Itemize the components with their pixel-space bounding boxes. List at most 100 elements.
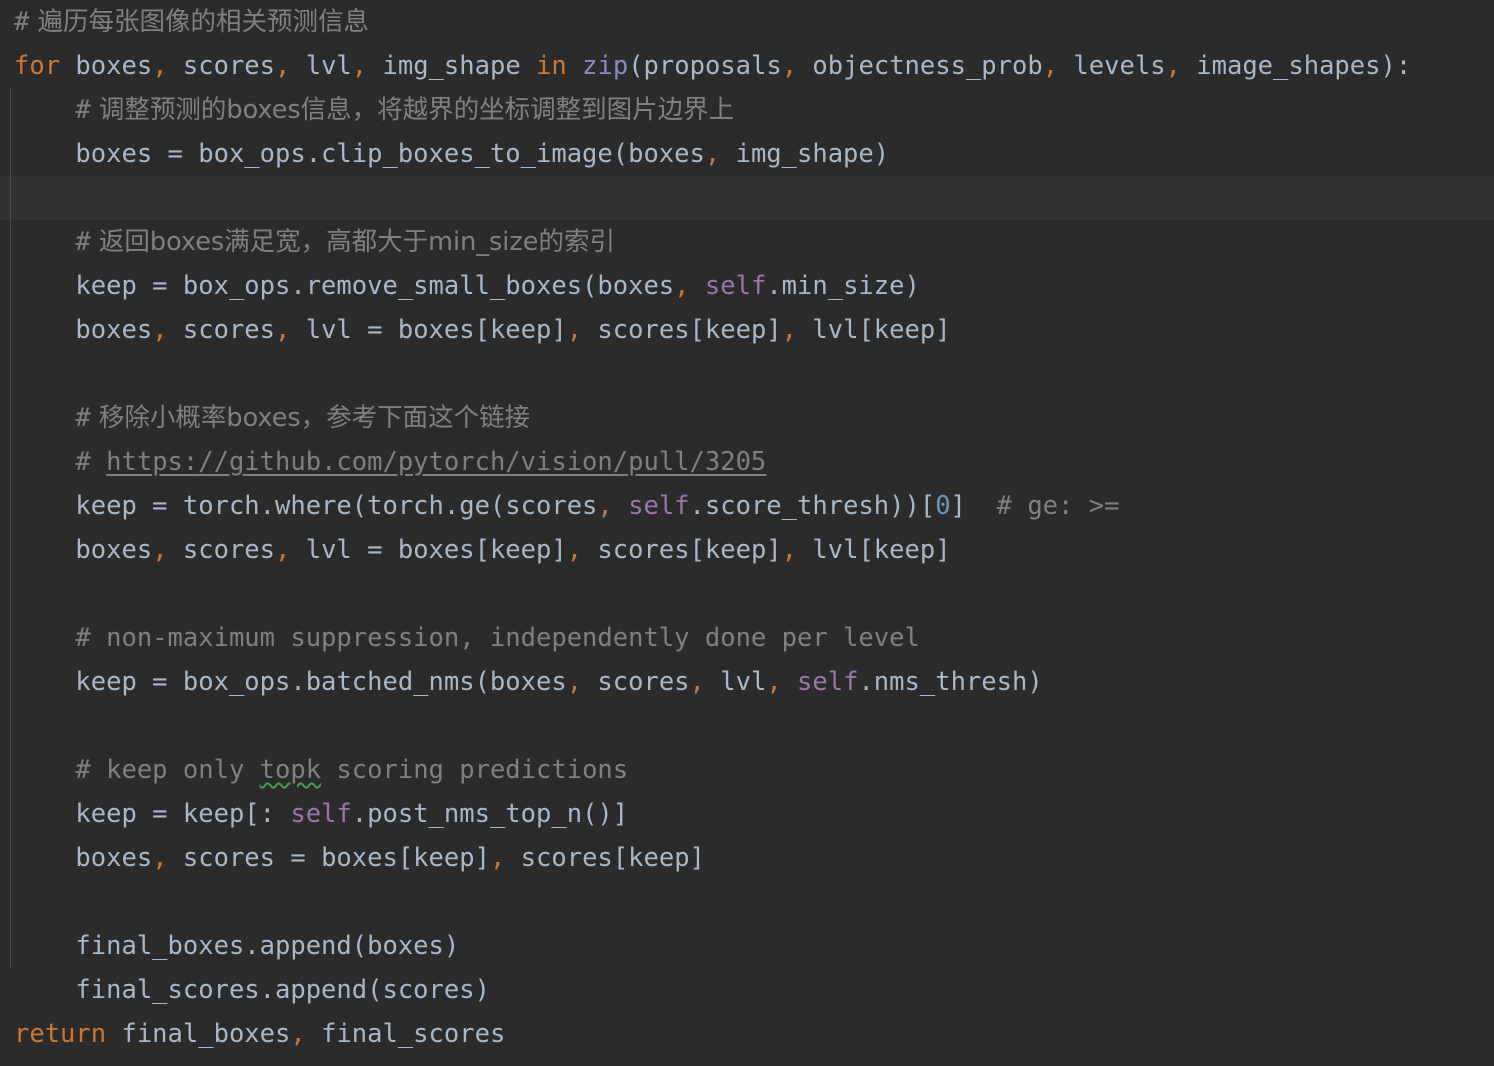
code-token: ,	[566, 315, 583, 345]
code-token: #	[75, 95, 91, 125]
code-line[interactable]: keep = keep[: self.post_nms_top_n()]	[0, 792, 1494, 836]
code-token: (proposals	[628, 51, 782, 81]
code-token: self	[797, 667, 859, 697]
code-token: scores	[167, 535, 276, 565]
code-token: keep = torch.where(torch.ge(scores	[75, 491, 598, 521]
code-token: ,	[597, 491, 613, 521]
code-token: lvl	[704, 667, 767, 697]
code-token: keep = keep[:	[75, 799, 291, 829]
code-token: 移除小概率boxes，参考下面这个链接	[90, 403, 531, 433]
code-token: scores	[167, 315, 276, 345]
code-line[interactable]: boxes, scores, lvl = boxes[keep], scores…	[0, 528, 1494, 572]
code-token: ,	[152, 843, 168, 873]
code-token: ,	[704, 139, 721, 169]
code-token: ,	[275, 535, 291, 565]
code-token: final_scores	[305, 1019, 506, 1049]
code-token: img_shape)	[720, 139, 890, 169]
code-line[interactable]: boxes, scores, lvl = boxes[keep], scores…	[0, 308, 1494, 352]
code-line[interactable]: keep = box_ops.batched_nms(boxes, scores…	[0, 660, 1494, 704]
code-token: for	[14, 51, 61, 81]
code-token: scores[keep]	[505, 843, 705, 873]
code-token: boxes	[75, 843, 153, 873]
code-token: ,	[566, 535, 583, 565]
code-line[interactable]: keep = box_ops.remove_small_boxes(boxes,…	[0, 264, 1494, 308]
code-token: ,	[351, 51, 368, 81]
code-token: scoring predictions	[321, 755, 629, 785]
code-token: scores	[582, 667, 690, 697]
code-line[interactable]: # 遍历每张图像的相关预测信息	[0, 0, 1494, 44]
code-line[interactable]: keep = torch.where(torch.ge(scores, self…	[0, 484, 1494, 528]
code-token: ,	[781, 315, 798, 345]
code-token[interactable]: https://github.com/pytorch/vision/pull/3…	[106, 447, 766, 477]
code-token: final_scores.append(scores)	[75, 975, 490, 1005]
code-token: lvl = boxes[keep]	[290, 315, 567, 345]
code-line[interactable]: # keep only topk scoring predictions	[0, 748, 1494, 792]
code-line-list[interactable]: # 遍历每张图像的相关预测信息 for boxes, scores, lvl, i…	[0, 0, 1494, 1056]
code-token: lvl = boxes[keep]	[290, 535, 567, 565]
code-token: boxes	[75, 315, 153, 345]
code-token: ,	[781, 51, 798, 81]
code-line[interactable]	[0, 880, 1494, 924]
code-token: #	[75, 227, 91, 257]
code-line[interactable]: boxes = box_ops.clip_boxes_to_image(boxe…	[0, 132, 1494, 176]
code-line[interactable]	[0, 352, 1494, 396]
code-token: ]	[950, 491, 997, 521]
code-token: keep = box_ops.remove_small_boxes(boxes	[75, 271, 675, 301]
code-line[interactable]: for boxes, scores, lvl, img_shape in zip…	[0, 44, 1494, 88]
code-token: ,	[290, 1019, 306, 1049]
code-token: ,	[275, 51, 291, 81]
code-token: in	[536, 51, 567, 81]
code-token: scores	[167, 51, 276, 81]
code-token: return	[14, 1019, 107, 1049]
code-token: .nms_thresh)	[858, 667, 1043, 697]
code-token: 返回boxes满足宽，高都大于min_size的索引	[90, 227, 615, 257]
code-token: .post_nms_top_n()]	[351, 799, 629, 829]
code-token: #	[75, 447, 107, 477]
code-token: topk	[259, 755, 322, 785]
code-token: #	[75, 403, 91, 433]
code-line[interactable]: final_boxes.append(boxes)	[0, 924, 1494, 968]
code-token: lvl	[290, 51, 352, 81]
code-token: .score_thresh))[	[689, 491, 936, 521]
code-token: .min_size)	[766, 271, 920, 301]
code-token: ,	[152, 51, 168, 81]
code-line[interactable]: boxes, scores = boxes[keep], scores[keep…	[0, 836, 1494, 880]
code-line[interactable]: return final_boxes, final_scores	[0, 1012, 1494, 1056]
code-line[interactable]: final_scores.append(scores)	[0, 968, 1494, 1012]
code-token: ,	[766, 667, 782, 697]
code-line[interactable]: # non-maximum suppression, independently…	[0, 616, 1494, 660]
code-token: ,	[1042, 51, 1059, 81]
code-editor[interactable]: # 遍历每张图像的相关预测信息 for boxes, scores, lvl, i…	[0, 0, 1494, 1066]
code-line[interactable]: # 移除小概率boxes，参考下面这个链接	[0, 396, 1494, 440]
code-line[interactable]: # 返回boxes满足宽，高都大于min_size的索引	[0, 220, 1494, 264]
code-line[interactable]	[0, 176, 1494, 220]
code-line[interactable]	[0, 572, 1494, 616]
code-line[interactable]: # 调整预测的boxes信息，将越界的坐标调整到图片边界上	[0, 88, 1494, 132]
code-line[interactable]	[0, 704, 1494, 748]
code-token: ,	[781, 535, 798, 565]
code-token: ,	[152, 535, 168, 565]
code-token: scores = boxes[keep]	[167, 843, 490, 873]
code-token: 调整预测的boxes信息，将越界的坐标调整到图片边界上	[90, 95, 735, 125]
code-line[interactable]: # https://github.com/pytorch/vision/pull…	[0, 440, 1494, 484]
code-token: img_shape	[367, 51, 537, 81]
